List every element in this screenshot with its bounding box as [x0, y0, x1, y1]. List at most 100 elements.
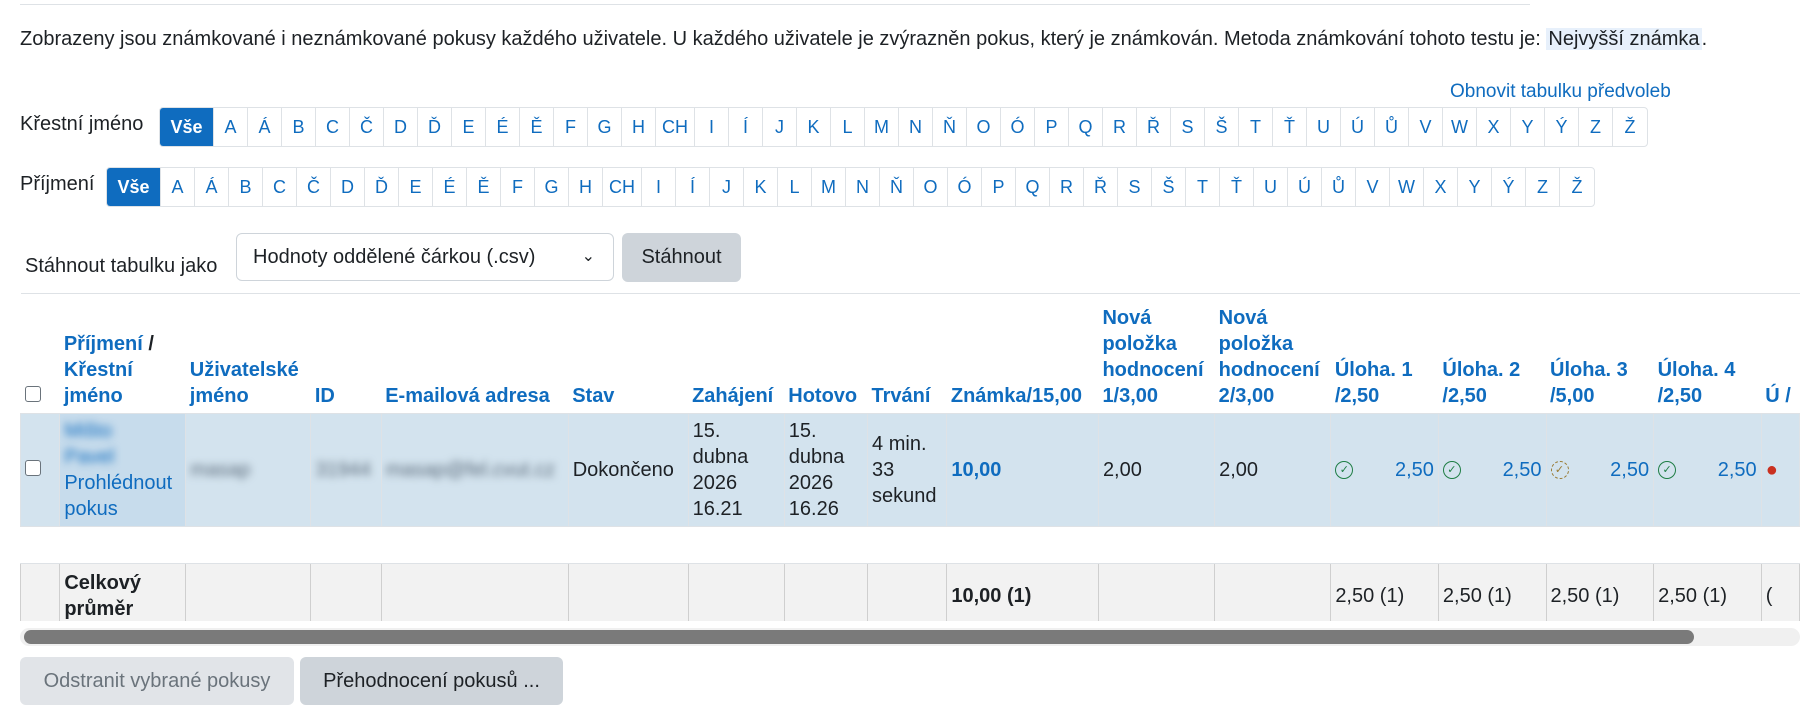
lastname-initial-letter[interactable]: J: [710, 168, 744, 206]
lastname-initial-letter[interactable]: Á: [195, 168, 229, 206]
horizontal-scrollbar[interactable]: [20, 628, 1800, 646]
reset-link-text[interactable]: Obnovit tabulku předvoleb: [1450, 81, 1671, 102]
lastname-initial-letter[interactable]: X: [1424, 168, 1458, 206]
question5-header[interactable]: Ú /: [1761, 293, 1800, 414]
lastname-initial-letter[interactable]: H: [569, 168, 603, 206]
firstname-initial-letter[interactable]: Í: [729, 108, 763, 146]
lastname-initial-letter[interactable]: Ď: [365, 168, 399, 206]
lastname-initial-letter[interactable]: Š: [1152, 168, 1186, 206]
question3-header[interactable]: Úloha. 3 /5,00: [1546, 293, 1654, 414]
lastname-initial-letter[interactable]: P: [982, 168, 1016, 206]
lastname-initial-letter[interactable]: Q: [1016, 168, 1050, 206]
lastname-initial-letter[interactable]: Ů: [1322, 168, 1356, 206]
firstname-initial-letter[interactable]: CH: [656, 108, 695, 146]
lastname-initial-letter[interactable]: Y: [1458, 168, 1492, 206]
lastname-initial-letter[interactable]: E: [399, 168, 433, 206]
lastname-initial-letter[interactable]: I: [642, 168, 676, 206]
review-attempt-link[interactable]: Prohlédnout pokus: [64, 472, 172, 520]
firstname-initial-letter[interactable]: Y: [1511, 108, 1545, 146]
username-header[interactable]: Uživatelské jméno: [185, 293, 311, 414]
firstname-initial-letter[interactable]: W: [1443, 108, 1477, 146]
user-firstname[interactable]: Pavel: [64, 444, 181, 470]
firstname-initial-letter[interactable]: R: [1103, 108, 1137, 146]
firstname-initial-letter[interactable]: O: [967, 108, 1001, 146]
lastname-initial-letter[interactable]: L: [778, 168, 812, 206]
lastname-initial-letter[interactable]: V: [1356, 168, 1390, 206]
firstname-initial-letter[interactable]: N: [899, 108, 933, 146]
firstname-initial-letter[interactable]: F: [554, 108, 588, 146]
select-all-checkbox[interactable]: [24, 386, 41, 402]
lastname-initial-letter[interactable]: K: [744, 168, 778, 206]
question1-mark-link[interactable]: 2,50: [1395, 457, 1434, 483]
firstname-initial-letter[interactable]: K: [797, 108, 831, 146]
firstname-initial-letter[interactable]: H: [622, 108, 656, 146]
firstname-initial-letter[interactable]: X: [1477, 108, 1511, 146]
firstname-initial-letter[interactable]: G: [588, 108, 622, 146]
firstname-initial-letter[interactable]: Á: [248, 108, 282, 146]
lastname-initial-letter[interactable]: R: [1050, 168, 1084, 206]
lastname-initial-letter[interactable]: W: [1390, 168, 1424, 206]
download-format-select[interactable]: Hodnoty oddělené čárkou (.csv) ⌄: [236, 233, 614, 281]
firstname-initial-letter[interactable]: Z: [1579, 108, 1613, 146]
firstname-initial-letter[interactable]: Ě: [520, 108, 554, 146]
firstname-initial-letter[interactable]: L: [831, 108, 865, 146]
firstname-initial-letter[interactable]: B: [282, 108, 316, 146]
lastname-initial-all[interactable]: Vše: [107, 168, 161, 206]
firstname-initial-letter[interactable]: Ň: [933, 108, 967, 146]
firstname-initial-letter[interactable]: C: [316, 108, 350, 146]
delete-selected-attempts-button[interactable]: Odstranit vybrané pokusy: [20, 657, 294, 705]
lastname-initial-letter[interactable]: Í: [676, 168, 710, 206]
lastname-initial-letter[interactable]: Ú: [1288, 168, 1322, 206]
firstname-initial-letter[interactable]: D: [384, 108, 418, 146]
finished-header[interactable]: Hotovo: [784, 293, 868, 414]
lastname-initial-letter[interactable]: M: [812, 168, 846, 206]
lastname-initial-letter[interactable]: T: [1186, 168, 1220, 206]
sort-lastname-link[interactable]: Příjmení: [64, 333, 143, 355]
lastname-initial-letter[interactable]: U: [1254, 168, 1288, 206]
grade-header[interactable]: Známka/15,00: [946, 293, 1099, 414]
firstname-initial-letter[interactable]: Š: [1205, 108, 1239, 146]
question2-header[interactable]: Úloha. 2 /2,50: [1438, 293, 1546, 414]
firstname-initial-letter[interactable]: Ž: [1613, 108, 1647, 146]
firstname-initial-letter[interactable]: Ó: [1001, 108, 1035, 146]
firstname-initial-letter[interactable]: A: [214, 108, 248, 146]
lastname-initial-letter[interactable]: S: [1118, 168, 1152, 206]
user-lastname[interactable]: Mišto: [64, 418, 181, 444]
lastname-initial-letter[interactable]: B: [229, 168, 263, 206]
reset-table-preferences-link[interactable]: Obnovit tabulku předvoleb: [1450, 81, 1800, 103]
lastname-initial-letter[interactable]: Ě: [467, 168, 501, 206]
firstname-initial-letter[interactable]: U: [1307, 108, 1341, 146]
firstname-initial-letter[interactable]: Ů: [1375, 108, 1409, 146]
firstname-initial-letter[interactable]: Ú: [1341, 108, 1375, 146]
lastname-initial-letter[interactable]: N: [846, 168, 880, 206]
firstname-initial-letter[interactable]: Ť: [1273, 108, 1307, 146]
lastname-initial-letter[interactable]: Ť: [1220, 168, 1254, 206]
lastname-initial-letter[interactable]: Ň: [880, 168, 914, 206]
firstname-initial-letter[interactable]: E: [452, 108, 486, 146]
scrollbar-thumb[interactable]: [24, 630, 1694, 644]
firstname-initial-letter[interactable]: Č: [350, 108, 384, 146]
question3-mark-link[interactable]: 2,50: [1610, 457, 1649, 483]
question1-header[interactable]: Úloha. 1 /2,50: [1330, 293, 1439, 414]
lastname-initial-letter[interactable]: C: [263, 168, 297, 206]
id-header[interactable]: ID: [310, 293, 382, 414]
firstname-initial-letter[interactable]: P: [1035, 108, 1069, 146]
lastname-initial-letter[interactable]: Ž: [1560, 168, 1594, 206]
lastname-initial-letter[interactable]: F: [501, 168, 535, 206]
question4-header[interactable]: Úloha. 4 /2,50: [1653, 293, 1762, 414]
lastname-initial-letter[interactable]: O: [914, 168, 948, 206]
lastname-initial-letter[interactable]: É: [433, 168, 467, 206]
firstname-initial-letter[interactable]: J: [763, 108, 797, 146]
duration-header[interactable]: Trvání: [867, 293, 947, 414]
lastname-initial-letter[interactable]: G: [535, 168, 569, 206]
question4-mark-link[interactable]: 2,50: [1718, 457, 1757, 483]
firstname-initial-letter[interactable]: T: [1239, 108, 1273, 146]
firstname-initial-letter[interactable]: Ř: [1137, 108, 1171, 146]
lastname-initial-letter[interactable]: Č: [297, 168, 331, 206]
firstname-initial-letter[interactable]: Ď: [418, 108, 452, 146]
firstname-initial-letter[interactable]: M: [865, 108, 899, 146]
firstname-initial-letter[interactable]: V: [1409, 108, 1443, 146]
grade-item1-header[interactable]: Nová položka hodnocení 1/3,00: [1098, 293, 1215, 414]
firstname-initial-letter[interactable]: Q: [1069, 108, 1103, 146]
lastname-initial-letter[interactable]: Z: [1526, 168, 1560, 206]
